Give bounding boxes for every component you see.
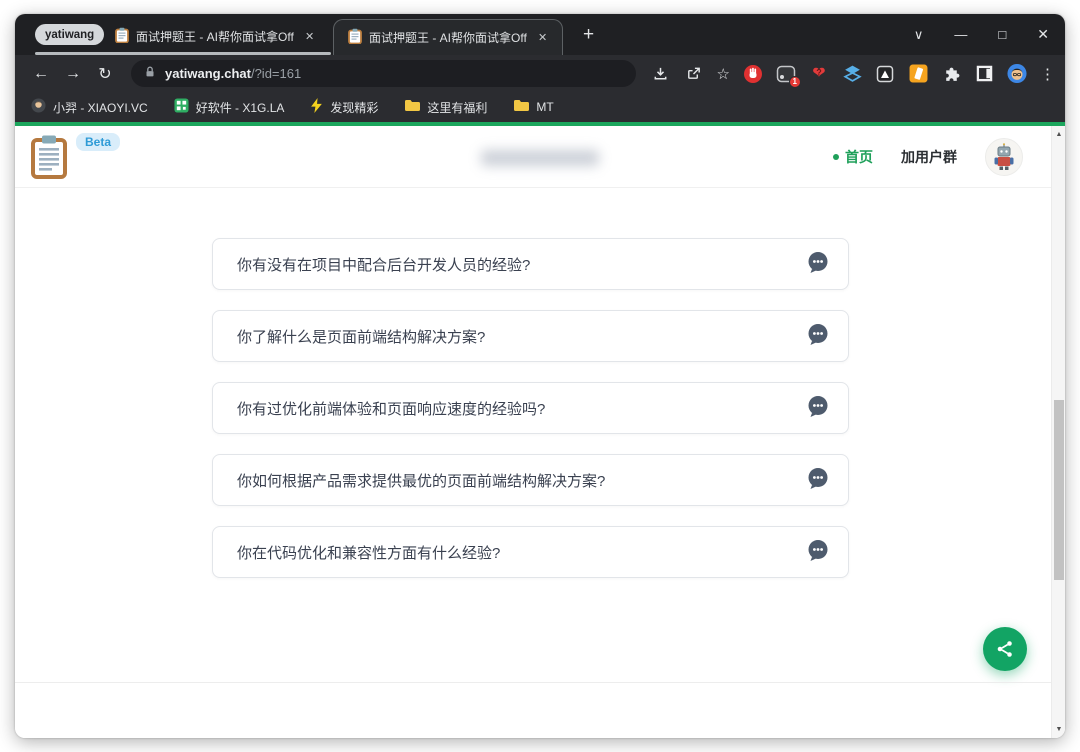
ext-screenshot-icon[interactable]: 1 [776,64,801,88]
folder-icon [513,99,530,115]
beta-badge: Beta [76,133,121,151]
new-tab-button[interactable]: + [575,14,602,55]
ext-heart-icon[interactable]: ❤ ? [809,64,829,84]
bookmark-x1g[interactable]: 好软件 - X1G.LA [174,98,284,116]
tab-close-icon[interactable]: ✕ [534,29,551,46]
clipboard-favicon-icon [348,28,362,47]
tab-group-chip[interactable]: yatiwang [35,24,105,45]
question-text: 你如何根据产品需求提供最优的页面前端结构解决方案? [237,472,606,490]
url-host: yatiwang.chat [165,66,251,81]
question-text: 你有过优化前端体验和页面响应速度的经验吗? [237,400,546,418]
qr-favicon-icon [174,98,189,116]
chat-bubble-icon[interactable] [806,322,830,351]
nav-home-link[interactable]: 首页 [833,147,873,167]
site-header: Beta 首页 加用户群 [15,126,1065,188]
question-list: 你有没有在项目中配合后台开发人员的经验? 你了解什么是页面前端结构解决方案? 你… [212,238,849,578]
extension-badge: 1 [788,75,801,88]
tab-close-icon[interactable]: ✕ [301,28,318,45]
question-card[interactable]: 你有过优化前端体验和页面响应速度的经验吗? [212,382,849,434]
window-close-button[interactable]: ✕ [1037,26,1049,43]
url-path: /?id=161 [250,66,302,81]
tab-title: 面试押题王 - AI帮你面试拿Offer [136,29,294,44]
window-maximize-button[interactable]: □ [998,27,1006,42]
bookmark-folder-mt[interactable]: MT [513,99,554,115]
question-text: 你有没有在项目中配合后台开发人员的经验? [237,256,531,274]
bookmark-folder-fuli[interactable]: 这里有福利 [404,99,487,116]
question-text: 你在代码优化和兼容性方面有什么经验? [237,544,501,562]
site-logo-clipboard-icon[interactable] [30,134,68,185]
folder-icon [404,99,421,115]
chat-bubble-icon[interactable] [806,466,830,495]
question-card[interactable]: 你如何根据产品需求提供最优的页面前端结构解决方案? [212,454,849,506]
lightning-favicon-icon [310,98,323,116]
question-card[interactable]: 你有没有在项目中配合后台开发人员的经验? [212,238,849,290]
tab-strip: yatiwang 面试押题王 - AI帮你面试拿Offer ✕ 面试押题王 - … [15,14,1065,55]
share-icon[interactable] [684,64,704,84]
forward-button[interactable]: → [61,65,85,83]
lock-icon [143,65,157,82]
avatar-favicon-icon [31,98,46,116]
tab-2-active[interactable]: 面试押题王 - AI帮你面试拿Offer ✕ [333,19,563,55]
browser-menu-icon[interactable]: ⋮ [1040,65,1055,83]
tab-group-underline [35,52,331,55]
page-scrollbar[interactable]: ▲ ▼ [1051,126,1065,738]
user-avatar[interactable] [985,138,1023,176]
tab-1[interactable]: 面试押题王 - AI帮你面试拿Offer ✕ [115,20,333,52]
chat-bubble-icon[interactable] [806,538,830,567]
chat-bubble-icon[interactable] [806,394,830,423]
question-text: 你了解什么是页面前端结构解决方案? [237,328,486,346]
scrollbar-up-icon[interactable]: ▲ [1052,131,1065,138]
active-dot-icon [833,154,839,160]
blurred-page-title [481,150,599,166]
side-panel-icon[interactable] [974,64,994,84]
browser-toolbar: ← → ↻ yatiwang.chat/?id=161 ☆ 1 ❤ ? ⋮ [15,55,1065,92]
bookmark-star-icon[interactable]: ☆ [717,65,730,83]
back-button[interactable]: ← [29,65,53,83]
ext-orange-icon[interactable] [908,64,928,84]
scrollbar-down-icon[interactable]: ▼ [1052,726,1065,733]
reload-button[interactable]: ↻ [93,64,117,84]
ext-adguard-icon[interactable] [743,64,763,84]
extensions-puzzle-icon[interactable] [941,64,961,84]
profile-avatar[interactable] [1007,63,1027,84]
question-card[interactable]: 你了解什么是页面前端结构解决方案? [212,310,849,362]
bookmarks-bar: 小羿 - XIAOYI.VC 好软件 - X1G.LA 发现精彩 这里有福利 M… [15,92,1065,122]
address-bar[interactable]: yatiwang.chat/?id=161 [131,60,636,87]
footer-divider [15,682,1065,683]
ext-layers-icon[interactable] [842,64,862,84]
scrollbar-thumb[interactable] [1054,400,1064,580]
window-minimize-button[interactable]: — [954,27,967,42]
share-fab-button[interactable] [983,627,1027,671]
ext-translate-icon[interactable] [875,64,895,84]
page-content: Beta 首页 加用户群 你有没有在项目中配合后台开发人员的经验? 你了解什么是… [15,126,1065,738]
tab-search-chevron-icon[interactable]: ∨ [914,27,924,43]
download-icon[interactable] [651,64,671,84]
chat-bubble-icon[interactable] [806,250,830,279]
clipboard-favicon-icon [115,27,129,46]
bookmark-discover[interactable]: 发现精彩 [310,98,378,116]
share-icon [997,641,1012,657]
browser-window: yatiwang 面试押题王 - AI帮你面试拿Offer ✕ 面试押题王 - … [15,14,1065,738]
tab-title: 面试押题王 - AI帮你面试拿Offer [369,31,527,45]
header-nav: 首页 加用户群 [833,126,1023,188]
bookmark-xiaoyi[interactable]: 小羿 - XIAOYI.VC [31,98,148,116]
nav-join-group-link[interactable]: 加用户群 [901,147,957,167]
question-card[interactable]: 你在代码优化和兼容性方面有什么经验? [212,526,849,578]
